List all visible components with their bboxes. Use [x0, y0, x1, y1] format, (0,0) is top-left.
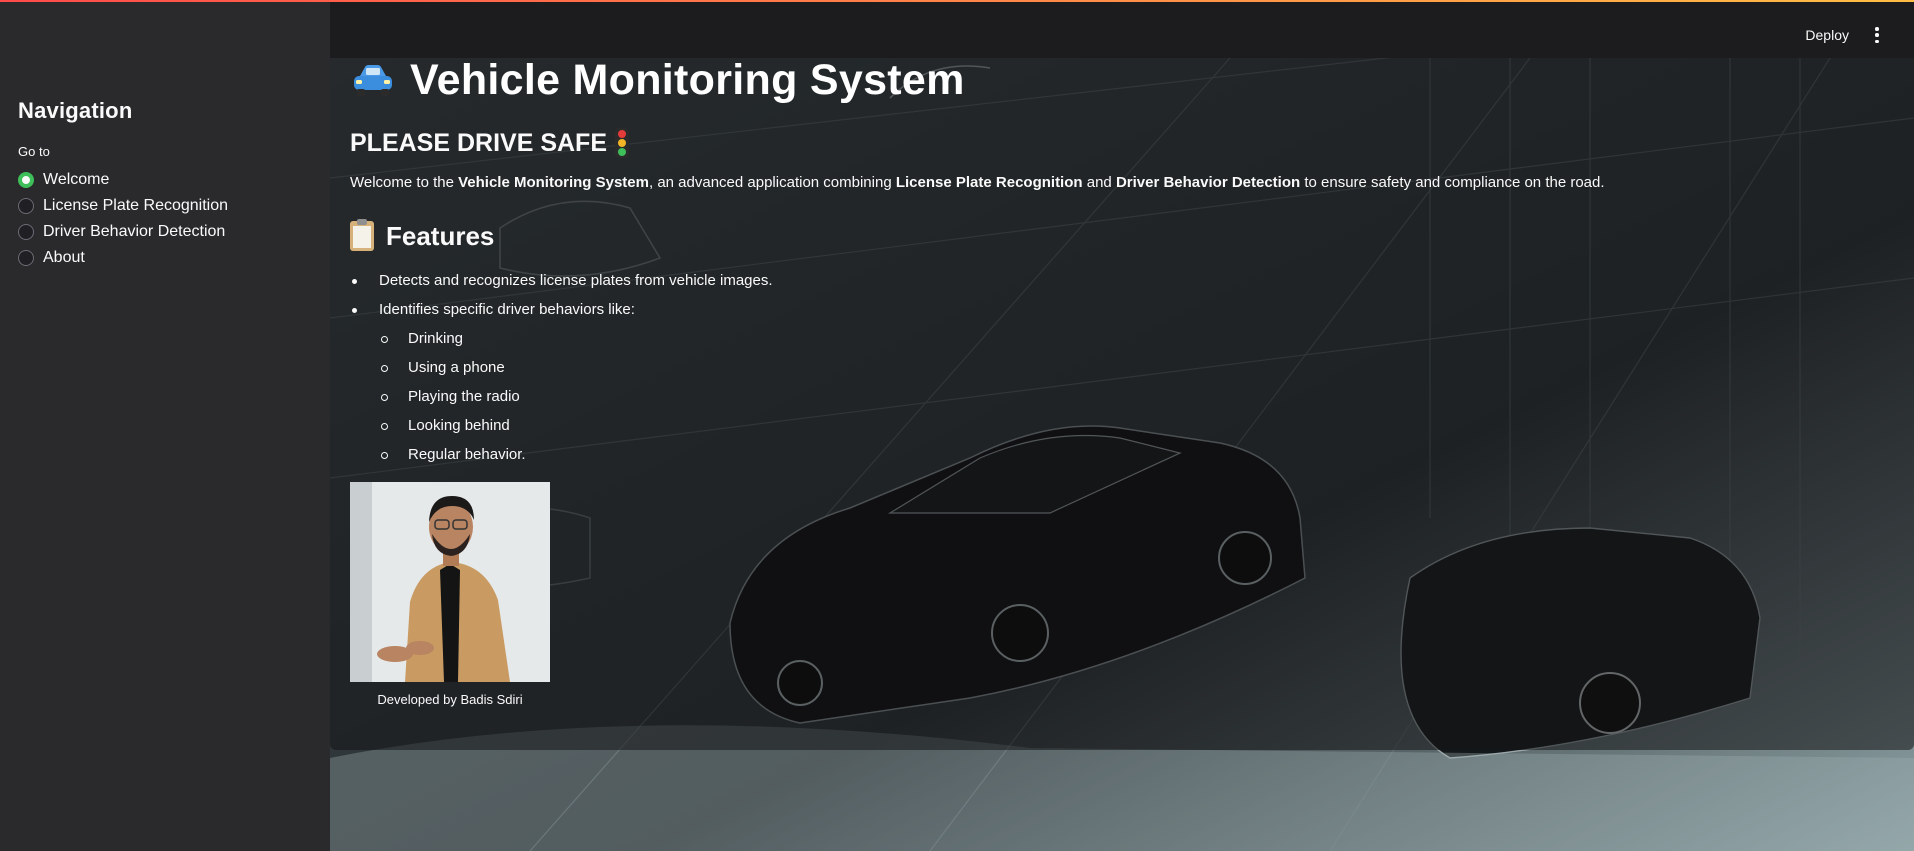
list-item: Identifies specific driver behaviors lik… — [350, 295, 1850, 469]
list-item: Looking behind — [379, 411, 1850, 440]
kebab-menu-icon[interactable] — [1874, 27, 1880, 43]
photo-caption: Developed by Badis Sdiri — [377, 692, 523, 707]
radio-button[interactable] — [18, 198, 34, 214]
clipboard-icon — [350, 219, 374, 251]
radio-label: Welcome — [43, 171, 110, 188]
features-list: Detects and recognizes license plates fr… — [350, 266, 1850, 469]
radio-button[interactable] — [18, 224, 34, 240]
list-item: Playing the radio — [379, 382, 1850, 411]
radio-label: About — [43, 249, 85, 266]
features-heading: Features — [386, 220, 495, 251]
traffic-light-icon — [615, 128, 629, 158]
app-header: Deploy — [330, 0, 1914, 58]
sidebar-title: Navigation — [18, 98, 133, 123]
navigation-radio-group: Welcome License Plate Recognition Driver… — [18, 167, 312, 271]
top-decoration-bar — [0, 0, 1914, 2]
behaviors-list: Drinking Using a phone Playing the radio… — [379, 324, 1850, 469]
developer-photo — [350, 482, 550, 682]
radio-label: Driver Behavior Detection — [43, 223, 226, 240]
car-emoji-icon — [350, 62, 396, 98]
sidebar: Navigation Go to Welcome License Plate R… — [0, 0, 330, 851]
radio-license-plate-recognition[interactable]: License Plate Recognition — [18, 193, 312, 219]
deploy-button[interactable]: Deploy — [1805, 27, 1849, 43]
radio-about[interactable]: About — [18, 245, 312, 271]
main-content: Vehicle Monitoring System PLEASE DRIVE S… — [350, 52, 1850, 707]
radio-driver-behavior-detection[interactable]: Driver Behavior Detection — [18, 219, 312, 245]
radio-button[interactable] — [18, 250, 34, 266]
radio-group-label: Go to — [18, 144, 50, 159]
list-item: Detects and recognizes license plates fr… — [350, 266, 1850, 295]
radio-welcome[interactable]: Welcome — [18, 167, 312, 193]
intro-paragraph: Welcome to the Vehicle Monitoring System… — [350, 174, 1605, 191]
page-subtitle: PLEASE DRIVE SAFE — [350, 128, 607, 157]
list-item: Using a phone — [379, 353, 1850, 382]
list-item: Regular behavior. — [379, 440, 1850, 469]
page-title: Vehicle Monitoring System — [410, 55, 965, 104]
list-item: Drinking — [379, 324, 1850, 353]
radio-label: License Plate Recognition — [43, 197, 229, 214]
radio-button-selected[interactable] — [18, 172, 34, 188]
